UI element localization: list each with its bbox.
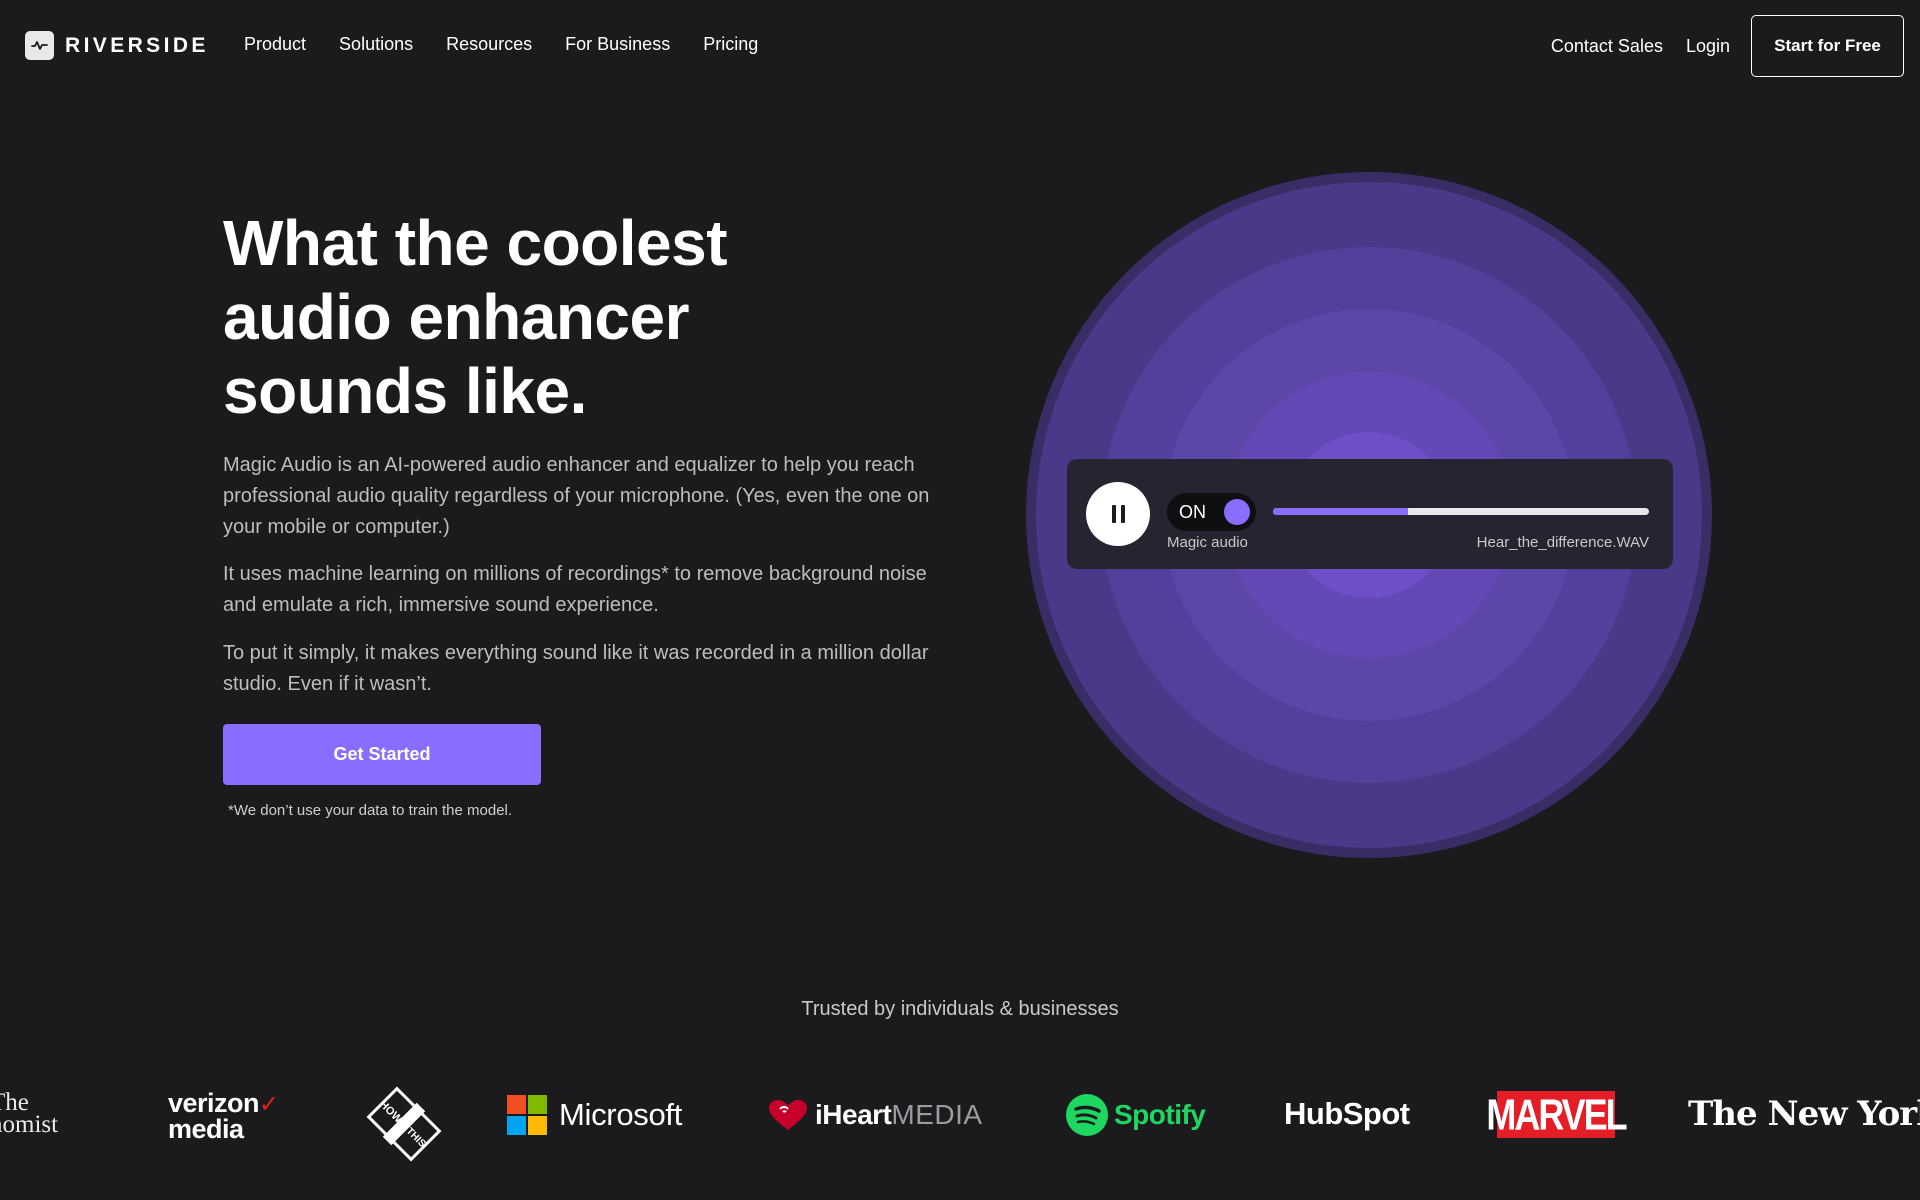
audio-player: ON Magic audio Hear_the_difference.WAV: [1067, 459, 1673, 569]
spotify-icon: [1066, 1094, 1108, 1136]
microsoft-word: Microsoft: [559, 1097, 683, 1132]
media-light-word: MEDIA: [891, 1099, 983, 1130]
hubspot-word: HubSpot: [1284, 1096, 1410, 1131]
nyt-word: The New York Ti: [1688, 1094, 1920, 1134]
nav-solutions[interactable]: Solutions: [339, 34, 413, 55]
spotify-word: Spotify: [1114, 1099, 1206, 1130]
waveform-icon: [25, 31, 54, 60]
data-disclaimer: *We don’t use your data to train the mod…: [228, 802, 513, 819]
logo-wordmark: RIVERSIDE: [65, 33, 209, 57]
get-started-button[interactable]: Get Started: [223, 724, 541, 785]
new-york-times-logo: The New York Ti: [1688, 1094, 1920, 1134]
nav-for-business[interactable]: For Business: [565, 34, 670, 55]
marvel-logo: MARVEL: [1486, 1089, 1627, 1138]
nav-resources[interactable]: Resources: [446, 34, 532, 55]
magic-audio-label: Magic audio: [1167, 534, 1248, 551]
economist-logo: The nomist: [0, 1090, 59, 1138]
toggle-knob: [1224, 499, 1250, 525]
hero-paragraph-3: To put it simply, it makes everything so…: [223, 642, 929, 695]
microsoft-logo: Microsoft: [507, 1095, 682, 1135]
iheartmedia-logo: iHeart MEDIA: [767, 1098, 983, 1132]
contact-sales-link[interactable]: Contact Sales: [1551, 36, 1663, 57]
progress-track[interactable]: [1273, 508, 1649, 515]
iheart-word: iHeart: [815, 1099, 892, 1130]
riverside-logo[interactable]: RIVERSIDE: [25, 31, 209, 60]
toggle-state-label: ON: [1179, 502, 1206, 522]
main-menu: Product Solutions Resources For Business…: [244, 34, 791, 55]
hero-title: What the coolest audio enhancer sounds l…: [223, 207, 728, 427]
login-link[interactable]: Login: [1686, 36, 1730, 57]
nav-pricing[interactable]: Pricing: [703, 34, 758, 55]
nav-product[interactable]: Product: [244, 34, 306, 55]
how-i-built-this-logo: HOW THIS: [360, 1080, 448, 1173]
hero-paragraph-1: Magic Audio is an AI-powered audio enhan…: [223, 454, 930, 538]
economist-line-2: nomist: [0, 1111, 59, 1138]
heart-icon: [769, 1100, 807, 1130]
magic-audio-toggle[interactable]: ON: [1167, 493, 1256, 531]
top-nav: RIVERSIDE Product Solutions Resources Fo…: [0, 0, 1920, 92]
marvel-word: MARVEL: [1486, 1089, 1627, 1139]
spotify-logo: Spotify: [1066, 1094, 1206, 1136]
pause-icon: [1111, 505, 1116, 523]
progress-fill: [1273, 508, 1409, 515]
pause-icon-bar: [1120, 505, 1125, 523]
nav-actions: Contact Sales Login Start for Free: [1551, 15, 1920, 77]
verizon-check-icon: ✓: [259, 1091, 279, 1118]
pause-button[interactable]: [1086, 482, 1150, 546]
windows-icon: [507, 1095, 547, 1135]
trusted-heading: Trusted by individuals & businesses: [801, 998, 1119, 1020]
audio-filename: Hear_the_difference.WAV: [1476, 534, 1649, 551]
hubspot-logo: HubSpot: [1284, 1096, 1410, 1132]
brand-logo-strip: The nomist verizon✓ media HOW THIS Micro…: [0, 1080, 1920, 1180]
start-for-free-button[interactable]: Start for Free: [1751, 15, 1904, 77]
verizon-media-logo: verizon✓ media: [168, 1090, 279, 1144]
hero-paragraph-2: It uses machine learning on millions of …: [223, 563, 927, 616]
media-word: media: [168, 1114, 244, 1144]
